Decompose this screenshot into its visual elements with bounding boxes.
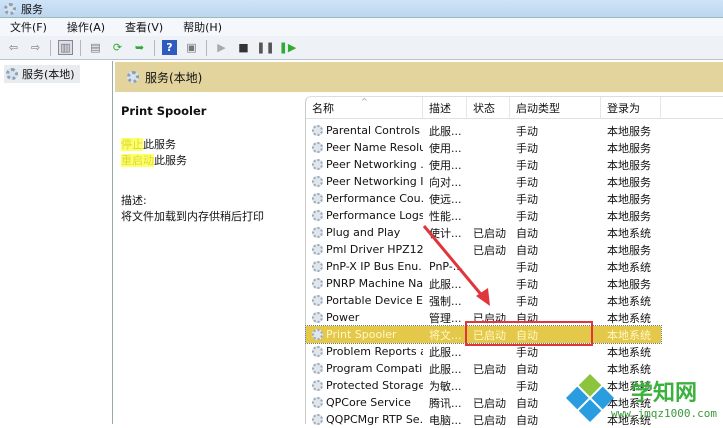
- red-arrow: [422, 225, 490, 306]
- watermark-name: 学知网: [631, 381, 698, 406]
- watermark: 学知网 www.jmqz1000.com: [565, 373, 717, 422]
- watermark-logo-icon: [565, 373, 615, 422]
- watermark-url: www.jmqz1000.com: [611, 407, 717, 420]
